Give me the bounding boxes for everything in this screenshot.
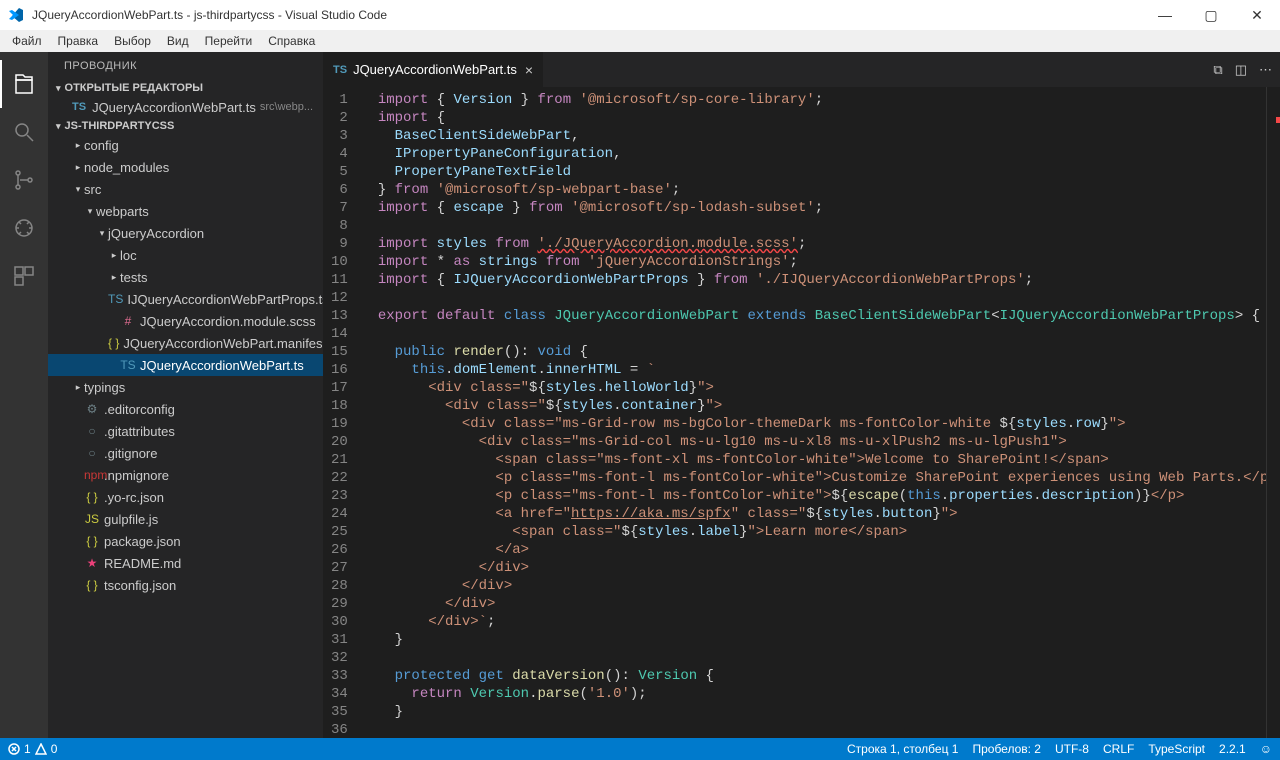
- menu-view[interactable]: Вид: [159, 34, 197, 48]
- tree-item[interactable]: ▾webparts: [48, 200, 323, 222]
- tree-item[interactable]: ★README.md: [48, 552, 323, 574]
- editor-tab[interactable]: TS JQueryAccordionWebPart.ts ×: [323, 52, 544, 87]
- feedback-icon[interactable]: ☺: [1260, 742, 1272, 756]
- extensions-icon[interactable]: [0, 252, 48, 300]
- tree-item[interactable]: ▸loc: [48, 244, 323, 266]
- tree-item[interactable]: ○.gitignore: [48, 442, 323, 464]
- minimize-button[interactable]: —: [1142, 0, 1188, 30]
- line-gutter: 1234567891011121314151617181920212223242…: [323, 87, 366, 738]
- status-spaces[interactable]: Пробелов: 2: [972, 742, 1041, 756]
- tree-item[interactable]: ▸node_modules: [48, 156, 323, 178]
- status-eol[interactable]: CRLF: [1103, 742, 1134, 756]
- status-errors[interactable]: 1: [8, 742, 31, 756]
- ts-file-icon: TS: [72, 101, 86, 113]
- file-icon: #: [120, 314, 136, 328]
- tree-item[interactable]: { }package.json: [48, 530, 323, 552]
- tree-item[interactable]: ▸typings: [48, 376, 323, 398]
- menu-file[interactable]: Файл: [4, 34, 50, 48]
- vs-logo-icon: [8, 7, 24, 23]
- file-icon: npm: [84, 468, 100, 482]
- source-control-icon[interactable]: [0, 156, 48, 204]
- tree-item[interactable]: ▾src: [48, 178, 323, 200]
- file-tree: ▸config▸node_modules▾src▾webparts▾jQuery…: [48, 134, 323, 738]
- file-icon: ⚙: [84, 402, 100, 416]
- file-icon: JS: [84, 512, 100, 526]
- ts-file-icon: TS: [333, 64, 347, 76]
- debug-icon[interactable]: [0, 204, 48, 252]
- tabbar: TS JQueryAccordionWebPart.ts × ⧉ ◫ ⋯: [323, 52, 1280, 87]
- explorer-sidebar: ПРОВОДНИК ▾ОТКРЫТЫЕ РЕДАКТОРЫ TS JQueryA…: [48, 52, 323, 738]
- status-lang[interactable]: TypeScript: [1148, 742, 1205, 756]
- tree-item[interactable]: TSJQueryAccordionWebPart.ts: [48, 354, 323, 376]
- maximize-button[interactable]: ▢: [1188, 0, 1234, 30]
- tree-item[interactable]: TSIJQueryAccordionWebPartProps.ts: [48, 288, 323, 310]
- tree-item[interactable]: JSgulpfile.js: [48, 508, 323, 530]
- file-icon: TS: [120, 358, 136, 372]
- close-tab-icon[interactable]: ×: [525, 62, 533, 78]
- activitybar: [0, 52, 48, 738]
- explorer-title: ПРОВОДНИК: [48, 52, 323, 80]
- tree-item[interactable]: { }JQueryAccordionWebPart.manifes...: [48, 332, 323, 354]
- search-icon[interactable]: [0, 108, 48, 156]
- menu-go[interactable]: Перейти: [197, 34, 261, 48]
- menu-selection[interactable]: Выбор: [106, 34, 159, 48]
- tree-item[interactable]: ▾jQueryAccordion: [48, 222, 323, 244]
- split-editor-icon[interactable]: ⧉: [1213, 62, 1222, 78]
- file-icon: ★: [84, 556, 100, 570]
- close-button[interactable]: ✕: [1234, 0, 1280, 30]
- tree-item[interactable]: npm.npmignore: [48, 464, 323, 486]
- tree-item[interactable]: ⚙.editorconfig: [48, 398, 323, 420]
- file-icon: ○: [84, 424, 100, 438]
- tree-item[interactable]: { }tsconfig.json: [48, 574, 323, 596]
- titlebar: JQueryAccordionWebPart.ts - js-thirdpart…: [0, 0, 1280, 30]
- tree-item[interactable]: #JQueryAccordion.module.scss: [48, 310, 323, 332]
- tree-item[interactable]: ▸config: [48, 134, 323, 156]
- layout-icon[interactable]: ◫: [1235, 62, 1247, 78]
- open-editors-header[interactable]: ▾ОТКРЫТЫЕ РЕДАКТОРЫ: [48, 80, 323, 96]
- project-header[interactable]: ▾JS-THIRDPARTYCSS: [48, 118, 323, 134]
- status-cursor[interactable]: Строка 1, столбец 1: [847, 742, 958, 756]
- tree-item[interactable]: ▸tests: [48, 266, 323, 288]
- menubar: Файл Правка Выбор Вид Перейти Справка: [0, 30, 1280, 52]
- file-icon: { }: [84, 578, 100, 592]
- file-icon: TS: [108, 292, 123, 306]
- open-editor-item[interactable]: TS JQueryAccordionWebPart.ts src\webp...: [48, 96, 323, 118]
- editor: TS JQueryAccordionWebPart.ts × ⧉ ◫ ⋯ 123…: [323, 52, 1280, 738]
- tree-item[interactable]: ○.gitattributes: [48, 420, 323, 442]
- status-version[interactable]: 2.2.1: [1219, 742, 1246, 756]
- explorer-icon[interactable]: [0, 60, 48, 108]
- minimap[interactable]: [1266, 87, 1280, 738]
- code-content[interactable]: import { Version } from '@microsoft/sp-c…: [366, 87, 1266, 738]
- statusbar: 1 0 Строка 1, столбец 1 Пробелов: 2 UTF-…: [0, 738, 1280, 760]
- more-icon[interactable]: ⋯: [1259, 62, 1272, 78]
- code-area[interactable]: 1234567891011121314151617181920212223242…: [323, 87, 1280, 738]
- tree-item[interactable]: { }.yo-rc.json: [48, 486, 323, 508]
- status-encoding[interactable]: UTF-8: [1055, 742, 1089, 756]
- menu-help[interactable]: Справка: [260, 34, 323, 48]
- file-icon: { }: [84, 490, 100, 504]
- status-warnings[interactable]: 0: [35, 742, 58, 756]
- menu-edit[interactable]: Правка: [50, 34, 107, 48]
- file-icon: { }: [108, 336, 119, 350]
- window-title: JQueryAccordionWebPart.ts - js-thirdpart…: [32, 8, 387, 22]
- file-icon: ○: [84, 446, 100, 460]
- file-icon: { }: [84, 534, 100, 548]
